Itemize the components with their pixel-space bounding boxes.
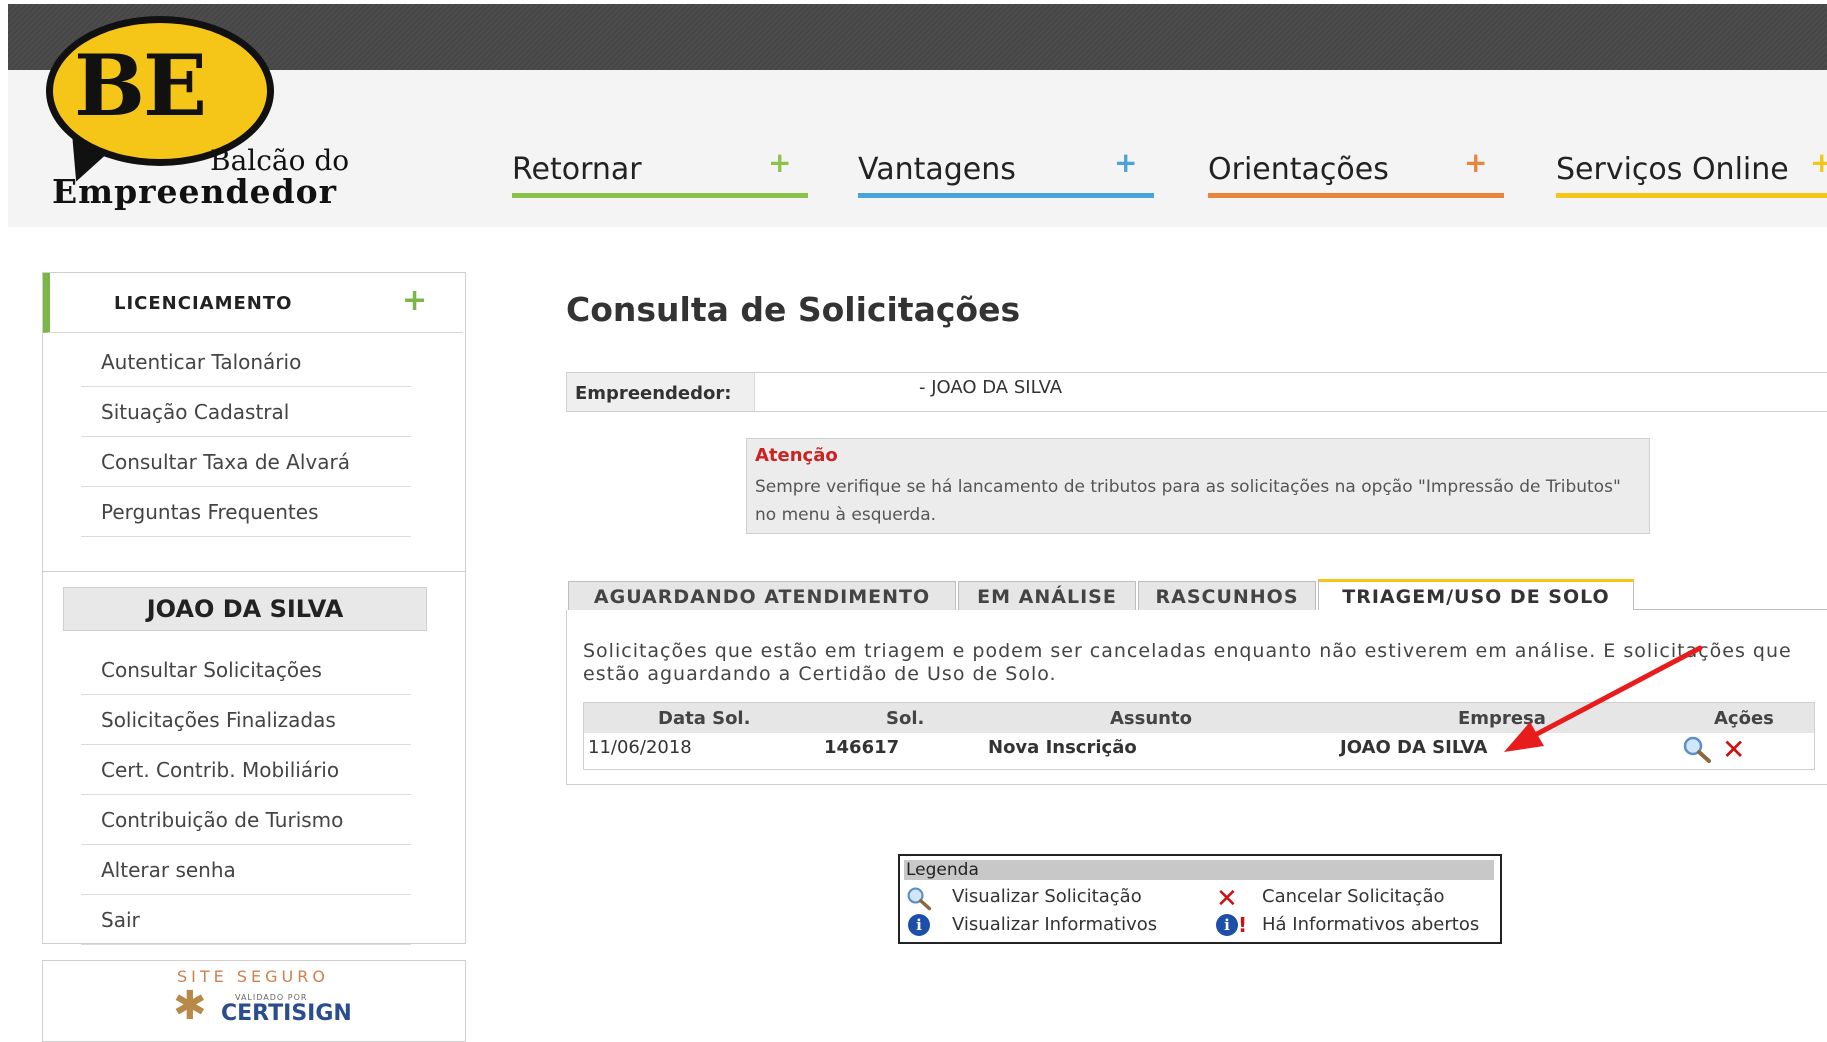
sidebar-item-cert-contrib[interactable]: Cert. Contrib. Mobiliário [81, 745, 411, 795]
attention-notice: Atenção Sempre verifique se há lancament… [746, 438, 1650, 534]
nav-underline [1556, 193, 1827, 198]
sidebar-item-alterar-senha[interactable]: Alterar senha [81, 845, 411, 895]
sidebar-item-sair[interactable]: Sair [81, 895, 411, 945]
info-alert-icon: i [1216, 914, 1238, 936]
nav-label: Orientações [1208, 152, 1389, 187]
nav-label: Retornar [512, 152, 642, 187]
nav-underline [858, 193, 1154, 198]
legend-view-request: Visualizar Solicitação [952, 886, 1142, 907]
legend-view-info: Visualizar Informativos [952, 914, 1158, 935]
nav-retornar[interactable]: Retornar + [512, 146, 808, 198]
secure-site-seal[interactable]: SITE SEGURO ✱ VALIDADO POR CERTISIGN [42, 960, 466, 1042]
plus-icon: + [1810, 146, 1827, 179]
seal-brand: CERTISIGN [221, 1001, 352, 1026]
empreendedor-value: - JOAO DA SILVA [919, 377, 1063, 398]
sidebar-item-autenticar-talonario[interactable]: Autenticar Talonário [81, 337, 411, 387]
col-assunto: Assunto [1110, 708, 1192, 729]
col-acoes: Ações [1714, 708, 1774, 729]
cell-assunto: Nova Inscrição [988, 737, 1137, 758]
info-icon: i [908, 914, 930, 936]
col-sol: Sol. [886, 708, 925, 729]
magnifier-icon [907, 887, 932, 911]
plus-icon: + [1114, 146, 1138, 179]
page-title: Consulta de Solicitações [566, 290, 1021, 329]
logo-mark: BE [74, 36, 207, 135]
annotation-arrow-icon [1504, 645, 1703, 752]
tab-em-analise[interactable]: EM ANÁLISE [958, 581, 1136, 610]
nav-underline [512, 193, 808, 198]
logo[interactable]: BE Balcão do Empreendedor [40, 14, 380, 211]
cell-data: 11/06/2018 [588, 737, 692, 758]
section-title: LICENCIAMENTO [114, 293, 293, 314]
sidebar-item-situacao-cadastral[interactable]: Situação Cadastral [81, 387, 411, 437]
nav-orientacoes[interactable]: Orientações + [1208, 146, 1504, 198]
cancel-x-icon[interactable]: ✕ [1722, 735, 1745, 765]
logo-line2: Empreendedor [52, 172, 338, 211]
sidebar-item-perguntas[interactable]: Perguntas Frequentes [81, 487, 411, 537]
legend-title: Legenda [904, 860, 1494, 880]
exclamation-icon: ! [1238, 913, 1248, 937]
nav-servicos-online[interactable]: Serviços Online + [1556, 146, 1827, 198]
certisign-star-icon: ✱ [173, 983, 207, 1029]
col-data-sol: Data Sol. [658, 708, 751, 729]
tab-rascunhos[interactable]: RASCUNHOS [1138, 581, 1316, 610]
plus-icon: + [1464, 146, 1488, 179]
nav-label: Serviços Online [1556, 152, 1789, 187]
attention-title: Atenção [755, 445, 838, 466]
sidebar: LICENCIAMENTO + Autenticar Talonário Sit… [42, 272, 466, 945]
plus-icon: + [402, 283, 428, 318]
cancel-x-icon: ✕ [1216, 884, 1238, 914]
divider [43, 571, 465, 572]
legend: Legenda Visualizar Solicitação ✕ Cancela… [898, 854, 1502, 944]
tab-triagem-uso-de-solo[interactable]: TRIAGEM/USO DE SOLO [1318, 579, 1634, 613]
sidebar-item-consultar-taxa[interactable]: Consultar Taxa de Alvará [81, 437, 411, 487]
nav-vantagens[interactable]: Vantagens + [858, 146, 1154, 198]
sidebar-item-consultar-solicitacoes[interactable]: Consultar Solicitações [81, 645, 411, 695]
nav-label: Vantagens [858, 152, 1016, 187]
cell-empresa: JOAO DA SILVA [1340, 737, 1488, 758]
user-name: JOAO DA SILVA [63, 587, 427, 631]
sidebar-item-contribuicao-turismo[interactable]: Contribuição de Turismo [81, 795, 411, 845]
cell-sol: 146617 [824, 737, 900, 758]
nav-underline [1208, 193, 1504, 198]
plus-icon: + [768, 146, 792, 179]
legend-cancel-request: Cancelar Solicitação [1262, 886, 1445, 907]
empreendedor-box: Empreendedor: - JOAO DA SILVA [566, 372, 1827, 412]
attention-text: Sempre verifique se há lancamento de tri… [755, 477, 1621, 525]
empreendedor-label: Empreendedor: [567, 373, 755, 411]
legend-open-info: Há Informativos abertos [1262, 914, 1480, 935]
licenciamento-header[interactable]: LICENCIAMENTO + [43, 273, 463, 333]
tab-aguardando-atendimento[interactable]: AGUARDANDO ATENDIMENTO [568, 581, 956, 610]
sidebar-item-solicitacoes-finalizadas[interactable]: Solicitações Finalizadas [81, 695, 411, 745]
